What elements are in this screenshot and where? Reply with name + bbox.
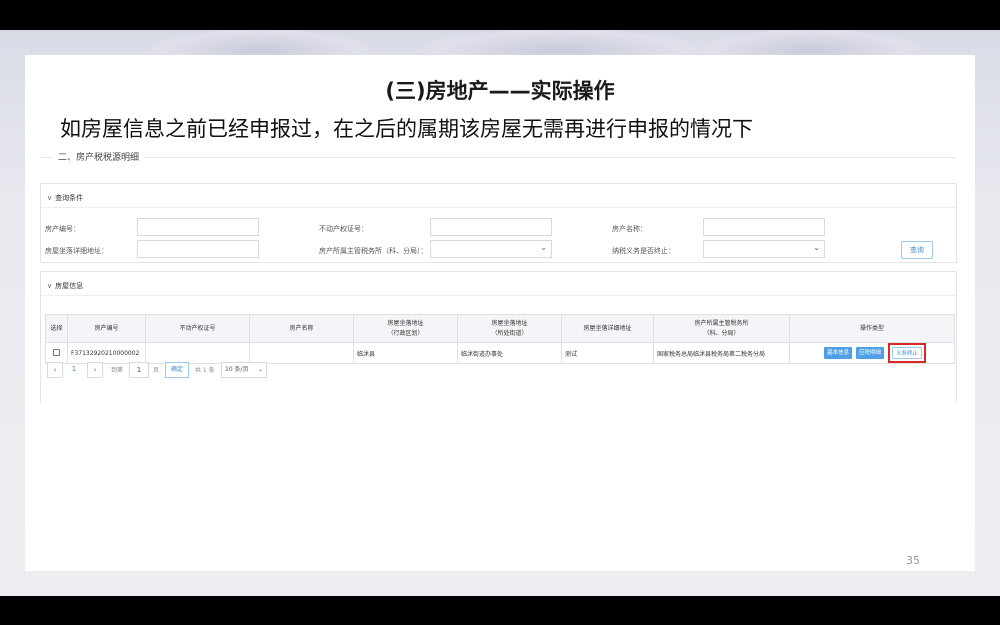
property-no-label: 房产编号： <box>45 225 80 233</box>
row-property-no: F371329202100000​02 <box>67 342 146 364</box>
next-page-button[interactable]: › <box>87 362 103 378</box>
tax-office-label: 房产所属主管税务所（科、分局）： <box>319 247 428 255</box>
letterbox-bottom <box>0 596 1000 625</box>
col-detail-address: 房屋坐落详细地址 <box>561 314 654 343</box>
slide-title: (三)房地产——实际操作 <box>385 79 615 103</box>
house-info-panel: ∨ 房屋信息 选择 房产编号 不动产权证号 房产名称 房屋坐落地址 （行政区划） … <box>40 271 957 403</box>
basic-info-button[interactable]: 基本信息 <box>824 347 853 359</box>
slide-page-number: 35 <box>906 554 920 567</box>
col-select: 选择 <box>45 314 68 343</box>
goto-label: 到第 <box>111 367 124 374</box>
section-divider <box>40 157 955 158</box>
col-location-admin: 房屋坐落地址 （行政区划） <box>353 314 458 343</box>
per-page-select[interactable]: 10 条/页 ⌄ <box>221 362 267 378</box>
slide: (三)房地产——实际操作 如房屋信息之前已经申报过，在之后的属期该房屋无需再进行… <box>25 55 975 571</box>
terminate-obligation-button[interactable]: 义务终止 <box>891 347 922 359</box>
col-cert-no: 不动产权证号 <box>145 314 250 343</box>
table-row: F371329202100000​02 临沭县 临沭街道办事处 测试 国家税务总… <box>45 342 955 364</box>
row-actions: 基本信息 应税明细 义务终止 <box>789 342 955 364</box>
cert-no-input[interactable] <box>430 218 552 236</box>
col-property-no: 房产编号 <box>67 314 146 343</box>
detail-button[interactable]: 应税明细 <box>856 347 885 359</box>
col-property-name: 房产名称 <box>249 314 354 343</box>
row-location-admin: 临沭县 <box>353 342 458 364</box>
query-panel-header[interactable]: ∨ 查询条件 <box>41 184 956 208</box>
obligation-end-label: 纳税义务是否终止： <box>612 247 675 255</box>
obligation-end-select[interactable] <box>703 240 825 258</box>
table-header-row: 选择 房产编号 不动产权证号 房产名称 房屋坐落地址 （行政区划） 房屋坐落地址… <box>45 314 955 343</box>
chevron-down-icon: ∨ <box>47 282 53 290</box>
row-location-street: 临沭街道办事处 <box>457 342 562 364</box>
row-checkbox[interactable] <box>53 348 60 356</box>
chevron-down-icon: ⌄ <box>257 366 263 373</box>
total-count: 共 1 条 <box>195 367 215 374</box>
address-label: 房屋坐落详细地址： <box>45 247 108 255</box>
property-name-label: 房产名称： <box>612 225 647 233</box>
highlight-box: 义务终止 <box>887 343 926 363</box>
col-tax-office: 房产所属主管税务所 （科、分局） <box>653 314 790 343</box>
letterbox-top <box>0 0 1000 30</box>
tax-office-select[interactable] <box>430 240 552 258</box>
row-property-name <box>249 342 354 364</box>
address-input[interactable] <box>137 240 259 258</box>
row-detail-address: 测试 <box>561 342 654 364</box>
section-title: 二、房产税税源明细 <box>52 150 146 163</box>
query-panel-title: 查询条件 <box>55 194 84 202</box>
cert-no-label: 不动产权证号： <box>319 225 368 233</box>
goto-page-input[interactable]: 1 <box>129 362 149 378</box>
property-no-input[interactable] <box>137 218 259 236</box>
col-operation: 操作类型 <box>789 314 955 343</box>
house-panel-title: 房屋信息 <box>55 282 84 290</box>
house-table: 选择 房产编号 不动产权证号 房产名称 房屋坐落地址 （行政区划） 房屋坐落地址… <box>45 314 955 364</box>
per-page-value: 10 条/页 <box>225 366 249 373</box>
row-select-cell <box>45 342 68 364</box>
query-panel: ∨ 查询条件 房产编号： 不动产权证号： 房产名称： 房屋坐落详细地址： 房产所属… <box>40 183 957 263</box>
row-cert-no <box>145 342 250 364</box>
property-name-input[interactable] <box>703 218 825 236</box>
page-label: 页 <box>153 367 160 374</box>
house-panel-header[interactable]: ∨ 房屋信息 <box>41 272 956 296</box>
prev-page-button[interactable]: ‹ <box>47 362 63 378</box>
col-location-street: 房屋坐落地址 （所处街道） <box>457 314 562 343</box>
slide-subtitle: 如房屋信息之前已经申报过，在之后的属期该房屋无需再进行申报的情况下 <box>60 117 753 141</box>
chevron-down-icon: ∨ <box>47 194 53 202</box>
current-page[interactable]: 1 <box>67 362 81 378</box>
row-tax-office: 国家税务总局临沭县税务局第二税务分局 <box>653 342 790 364</box>
search-button[interactable]: 查询 <box>901 241 933 259</box>
confirm-button[interactable]: 确定 <box>165 362 189 378</box>
